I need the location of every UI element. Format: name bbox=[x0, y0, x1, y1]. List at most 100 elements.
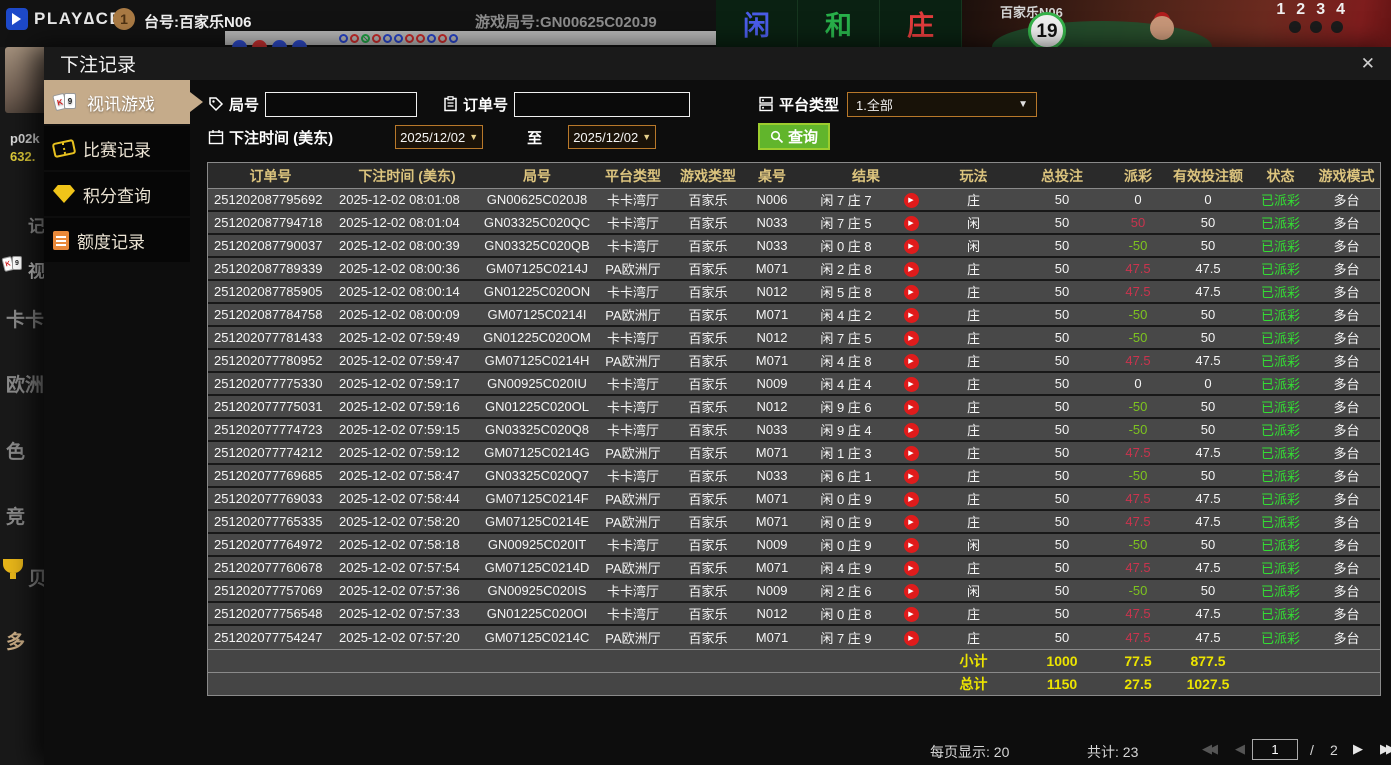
replay-button[interactable]: ▶ bbox=[903, 353, 919, 369]
round-number-input[interactable] bbox=[265, 91, 418, 117]
cell-time: 2025-12-02 08:00:36 bbox=[339, 261, 460, 276]
first-page-button[interactable]: ◀◀ bbox=[1202, 741, 1218, 757]
username-label: p02k bbox=[10, 131, 40, 146]
table-row: 251202077775330 2025-12-02 07:59:17 GN00… bbox=[208, 373, 1380, 396]
cell-table: M071 bbox=[755, 491, 789, 506]
cell-status: 已派彩 bbox=[1260, 400, 1300, 415]
close-icon[interactable]: ✕ bbox=[1361, 54, 1375, 74]
replay-button[interactable]: ▶ bbox=[903, 606, 919, 622]
replay-button[interactable]: ▶ bbox=[903, 537, 919, 553]
replay-button[interactable]: ▶ bbox=[903, 307, 919, 323]
cell-game-type: 百家乐 bbox=[688, 308, 728, 323]
cell-table: N033 bbox=[756, 215, 788, 230]
sidebar-item-jing[interactable]: 竞 bbox=[6, 502, 25, 529]
road-dot bbox=[350, 33, 359, 43]
order-number-input[interactable] bbox=[514, 91, 691, 117]
cell-result: 闲 2 庄 6 bbox=[820, 584, 872, 599]
camera-number[interactable]: 1 bbox=[1276, 1, 1285, 19]
cell-valid-bet: 0 bbox=[1204, 376, 1212, 391]
sidebar-item-kaka[interactable]: 卡卡 bbox=[6, 305, 44, 332]
next-page-button[interactable]: ▶ bbox=[1353, 741, 1363, 757]
sidebar-item-duo[interactable]: 多 bbox=[6, 627, 25, 654]
cell-payout: -50 bbox=[1128, 399, 1148, 414]
cell-payout: 47.5 bbox=[1125, 261, 1151, 276]
page-number-input[interactable] bbox=[1252, 739, 1298, 760]
prev-page-button[interactable]: ◀ bbox=[1235, 741, 1245, 757]
replay-button[interactable]: ▶ bbox=[903, 422, 919, 438]
cell-table: M071 bbox=[755, 261, 789, 276]
cell-total-bet: 50 bbox=[1054, 606, 1070, 621]
camera-number[interactable]: 2 bbox=[1296, 1, 1305, 19]
platform-type-select[interactable]: 1.全部 ▼ bbox=[847, 91, 1038, 117]
document-icon bbox=[53, 230, 69, 250]
modal-title: 下注记录 bbox=[60, 55, 137, 76]
replay-button[interactable]: ▶ bbox=[903, 514, 919, 530]
per-page-label: 每页显示: 20 bbox=[930, 744, 1010, 760]
cell-status: 已派彩 bbox=[1260, 469, 1300, 484]
road-dot bbox=[405, 33, 414, 43]
cell-result: 闲 4 庄 9 bbox=[820, 561, 872, 576]
replay-button[interactable]: ▶ bbox=[903, 376, 919, 392]
replay-button[interactable]: ▶ bbox=[903, 560, 919, 576]
table-row: 251202077769033 2025-12-02 07:58:44 GM07… bbox=[208, 488, 1380, 511]
replay-button[interactable]: ▶ bbox=[903, 192, 919, 208]
col-header: 有效投注额 bbox=[1173, 167, 1243, 184]
replay-button[interactable]: ▶ bbox=[903, 583, 919, 599]
cell-payout: 47.5 bbox=[1125, 284, 1151, 299]
cell-order: 251202077756548 bbox=[214, 606, 323, 621]
cell-table: N009 bbox=[756, 376, 788, 391]
menu-item-points-query[interactable]: 积分查询 bbox=[44, 172, 190, 216]
gem-icon bbox=[53, 185, 75, 203]
cell-total-bet: 50 bbox=[1054, 560, 1070, 575]
cell-play-type: 庄 bbox=[966, 354, 980, 369]
bet-records-modal: 下注记录 ✕ K9 视讯游戏 比赛记录 积分查询 额度记录 局号 订单号 平台类… bbox=[44, 47, 1391, 765]
cell-time: 2025-12-02 07:59:16 bbox=[339, 399, 460, 414]
replay-button[interactable]: ▶ bbox=[903, 399, 919, 415]
table-row: 251202087785905 2025-12-02 08:00:14 GN01… bbox=[208, 281, 1380, 304]
replay-button[interactable]: ▶ bbox=[903, 491, 919, 507]
replay-button[interactable]: ▶ bbox=[903, 330, 919, 346]
sidebar-item-se[interactable]: 色 bbox=[6, 437, 25, 464]
menu-item-match-records[interactable]: 比赛记录 bbox=[44, 126, 190, 170]
replay-button[interactable]: ▶ bbox=[903, 468, 919, 484]
bet-time-filter-label: 下注时间 (美东) bbox=[208, 127, 333, 148]
order-filter-label: 订单号 bbox=[443, 94, 508, 115]
cell-result: 闲 0 庄 8 bbox=[820, 239, 872, 254]
cell-game-type: 百家乐 bbox=[688, 331, 728, 346]
menu-item-video-games[interactable]: K9 视讯游戏 bbox=[44, 80, 203, 124]
video-feed[interactable]: 百家乐N06 1234 bbox=[962, 0, 1391, 47]
sidebar-item-video[interactable]: 视 bbox=[28, 257, 44, 282]
cell-hall: 卡卡湾厅 bbox=[606, 239, 659, 254]
replay-button[interactable]: ▶ bbox=[903, 445, 919, 461]
camera-number[interactable]: 4 bbox=[1336, 1, 1345, 19]
road-dot bbox=[438, 33, 447, 43]
replay-button[interactable]: ▶ bbox=[903, 238, 919, 254]
last-page-button[interactable]: ▶▶ bbox=[1380, 741, 1391, 757]
date-from-picker[interactable]: 2025/12/02 ▼ bbox=[395, 125, 484, 149]
cell-order: 251202077769033 bbox=[214, 491, 323, 506]
replay-button[interactable]: ▶ bbox=[903, 261, 919, 277]
menu-item-label: 额度记录 bbox=[77, 232, 145, 252]
modal-menu: K9 视讯游戏 比赛记录 积分查询 额度记录 bbox=[44, 80, 203, 765]
camera-number[interactable]: 3 bbox=[1316, 1, 1325, 19]
replay-button[interactable]: ▶ bbox=[903, 215, 919, 231]
avatar[interactable] bbox=[5, 47, 44, 113]
menu-item-quota-records[interactable]: 额度记录 bbox=[44, 218, 190, 262]
cell-result: 闲 0 庄 9 bbox=[820, 515, 872, 530]
date-to-picker[interactable]: 2025/12/02 ▼ bbox=[568, 125, 657, 149]
sidebar-item-europe[interactable]: 欧洲 bbox=[6, 370, 44, 397]
replay-button[interactable]: ▶ bbox=[903, 630, 919, 646]
cell-valid-bet: 50 bbox=[1200, 307, 1216, 322]
bet-tie-button[interactable]: 和 bbox=[798, 0, 880, 47]
sidebar-item-bei[interactable]: 贝 bbox=[28, 564, 44, 591]
total-valid: 1027.5 bbox=[1186, 676, 1230, 692]
bet-player-button[interactable]: 闲 bbox=[716, 0, 798, 47]
sidebar-item-records[interactable]: 记 bbox=[28, 212, 44, 237]
replay-button[interactable]: ▶ bbox=[903, 284, 919, 300]
cell-order: 251202087794718 bbox=[214, 215, 323, 230]
cell-play-type: 庄 bbox=[966, 285, 980, 300]
road-dot bbox=[372, 33, 381, 43]
bet-banker-button[interactable]: 庄 bbox=[880, 0, 962, 47]
search-button[interactable]: 查询 bbox=[758, 123, 831, 150]
table-label: 台号:百家乐N06 bbox=[144, 14, 252, 31]
